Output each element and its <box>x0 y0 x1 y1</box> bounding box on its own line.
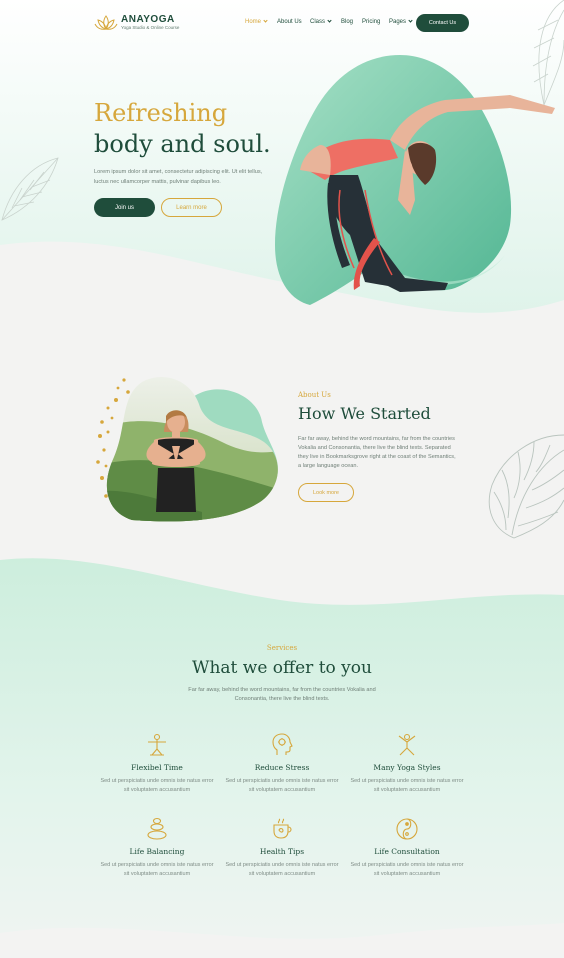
service-desc: Sed ut perspiciatis unde omnis iste natu… <box>225 862 339 877</box>
contact-us-button[interactable]: Contact Us <box>416 14 469 32</box>
service-title: Many Yoga Styles <box>373 763 441 772</box>
hero-title-line-2: body and soul. <box>94 130 271 158</box>
nav-home[interactable]: Home <box>245 18 268 25</box>
yoga-styles-icon <box>398 733 416 756</box>
about-kicker: About Us <box>298 391 331 399</box>
head-mind-icon <box>272 733 293 755</box>
service-title: Reduce Stress <box>254 763 310 772</box>
balance-stones-icon <box>147 817 167 840</box>
service-title: Flexibel Time <box>131 763 183 772</box>
tea-cup-icon <box>273 818 292 839</box>
logo-name[interactable]: ANAYOGA <box>121 14 175 25</box>
look-more-button[interactable]: Look more <box>298 483 354 502</box>
nav-pages[interactable]: Pages <box>389 18 413 25</box>
service-desc: Sed ut perspiciatis unde omnis iste natu… <box>350 778 464 793</box>
nav-blog[interactable]: Blog <box>341 19 353 25</box>
hero-yoga-image <box>275 55 555 305</box>
service-desc: Sed ut perspiciatis unde omnis iste natu… <box>100 862 214 877</box>
service-title: Life Balancing <box>129 847 185 856</box>
service-card-life-balancing[interactable]: Life Balancing Sed ut perspiciatis unde … <box>97 817 217 878</box>
lotus-logo-icon <box>94 15 118 30</box>
service-card-health-tips[interactable]: Health Tips Sed ut perspiciatis unde omn… <box>222 817 342 878</box>
leaf-outline-left-icon <box>1 157 59 221</box>
service-card-flexibel-time[interactable]: Flexibel Time Sed ut perspiciatis unde o… <box>97 733 217 794</box>
about-yoga-image <box>96 376 279 522</box>
hero-description: Lorem ipsum dolor sit amet, consectetur … <box>94 169 263 185</box>
yoga-pose-icon <box>148 733 166 756</box>
chevron-down-icon <box>408 18 413 23</box>
nav-about-us[interactable]: About Us <box>277 19 302 25</box>
service-desc: Sed ut perspiciatis unde omnis iste natu… <box>100 778 214 793</box>
service-desc: Sed ut perspiciatis unde omnis iste natu… <box>225 778 339 793</box>
yin-yang-icon <box>396 818 418 840</box>
monstera-leaf-outline-icon <box>488 434 564 539</box>
chevron-down-icon <box>327 18 332 23</box>
about-title: How We Started <box>298 404 431 423</box>
service-card-many-yoga-styles[interactable]: Many Yoga Styles Sed ut perspiciatis und… <box>347 733 467 794</box>
service-desc: Sed ut perspiciatis unde omnis iste natu… <box>350 862 464 877</box>
services-description: Far far away, behind the word mountains,… <box>188 687 376 702</box>
services-title: What we offer to you <box>192 658 372 678</box>
hero-title-line-1: Refreshing <box>94 99 228 127</box>
chevron-down-icon <box>263 18 268 23</box>
nav-class[interactable]: Class <box>310 18 332 25</box>
service-card-reduce-stress[interactable]: Reduce Stress Sed ut perspiciatis unde o… <box>222 733 342 794</box>
service-title: Health Tips <box>259 847 305 856</box>
services-kicker: Services <box>266 644 298 652</box>
service-card-life-consultation[interactable]: Life Consultation Sed ut perspiciatis un… <box>347 817 467 878</box>
nav-pricing[interactable]: Pricing <box>362 19 380 25</box>
logo-tagline: Yoga Studio & Online Course <box>121 25 180 30</box>
service-title: Life Consultation <box>374 847 440 856</box>
learn-more-button[interactable]: Learn more <box>161 198 222 217</box>
join-us-button[interactable]: Join us <box>94 198 155 217</box>
about-description: Far far away, behind the word mountains,… <box>298 436 456 469</box>
